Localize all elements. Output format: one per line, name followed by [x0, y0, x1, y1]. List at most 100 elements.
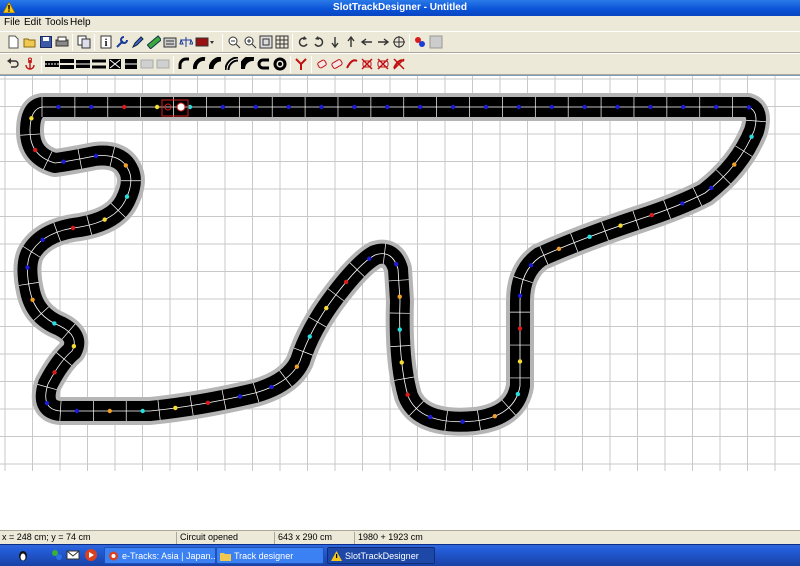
- info-icon[interactable]: i: [99, 35, 113, 49]
- messenger-icon[interactable]: [50, 548, 64, 562]
- half-straight-icon[interactable]: [156, 57, 170, 71]
- printer-icon[interactable]: [55, 35, 69, 49]
- lane-marker-dot: [618, 223, 623, 228]
- mail-icon[interactable]: [66, 548, 80, 562]
- task-browser[interactable]: e-Tracks: Asia | Japan...: [104, 547, 216, 564]
- arrow-left-icon[interactable]: [360, 35, 374, 49]
- zoom-out-icon[interactable]: [227, 35, 241, 49]
- menu-help[interactable]: Help: [70, 17, 91, 28]
- hairpin-icon[interactable]: [273, 57, 287, 71]
- hairpin-icon[interactable]: [257, 57, 271, 71]
- lane-marker-dot: [460, 419, 465, 424]
- lane-marker-dot: [123, 163, 129, 168]
- lane-marker-dot: [515, 391, 521, 397]
- folder-open-icon[interactable]: [23, 35, 37, 49]
- blank-piece-icon[interactable]: [124, 57, 138, 71]
- zoom-in-icon[interactable]: [243, 35, 257, 49]
- task-slottrackdesigner[interactable]: SlotTrackDesigner: [327, 547, 435, 564]
- export-icon[interactable]: [163, 35, 177, 49]
- blank-icon[interactable]: [429, 35, 443, 49]
- lane-marker-dot: [61, 159, 66, 164]
- move-icon[interactable]: [392, 35, 406, 49]
- task-track-designer-folder[interactable]: Track designer: [216, 547, 324, 564]
- color-swatch-icon[interactable]: [195, 35, 215, 49]
- lane-marker-dot: [124, 194, 130, 199]
- grid-icon[interactable]: [275, 35, 289, 49]
- lane-marker-dot: [102, 217, 107, 222]
- rotate-left-icon[interactable]: [296, 35, 310, 49]
- lane-marker-dot: [517, 359, 523, 364]
- scales-icon[interactable]: [179, 35, 193, 49]
- border-icon[interactable]: [330, 57, 344, 71]
- double-straight-icon[interactable]: [60, 57, 74, 71]
- anchor-icon[interactable]: [23, 57, 37, 71]
- lane-marker-dot: [405, 392, 410, 397]
- arrow-right-icon[interactable]: [376, 35, 390, 49]
- pen-icon[interactable]: [131, 35, 145, 49]
- floppy-disk-icon[interactable]: [39, 35, 53, 49]
- crossover-icon[interactable]: [108, 57, 122, 71]
- arrow-up-icon[interactable]: [344, 35, 358, 49]
- arrow-down-icon[interactable]: [328, 35, 342, 49]
- undo-icon[interactable]: [6, 57, 20, 71]
- lane-marker-dot: [173, 405, 178, 411]
- lane-marker-dot: [30, 297, 35, 303]
- task-browser-label: e-Tracks: Asia | Japan...: [122, 551, 216, 561]
- delete-border-icon[interactable]: [392, 57, 406, 71]
- border-icon[interactable]: [315, 57, 329, 71]
- lane-marker-dot: [56, 104, 61, 110]
- rotate-right-icon[interactable]: [312, 35, 326, 49]
- lane-marker-dot: [294, 364, 300, 369]
- lane-marker-dot: [394, 262, 399, 267]
- penguin-icon[interactable]: [16, 548, 30, 562]
- curve-icon[interactable]: [225, 57, 239, 71]
- lane-marker-dot: [587, 234, 592, 239]
- track-drawing[interactable]: [0, 76, 800, 531]
- lane-change-icon[interactable]: [294, 57, 308, 71]
- menu-edit[interactable]: Edit: [24, 17, 41, 28]
- border-icon[interactable]: [345, 57, 359, 71]
- delete-border-icon[interactable]: [360, 57, 374, 71]
- ruler-icon[interactable]: [147, 35, 161, 49]
- banked-curve-icon[interactable]: [241, 57, 255, 71]
- svg-text:i: i: [105, 38, 108, 49]
- window-title: SlotTrackDesigner - Untitled: [333, 2, 467, 13]
- lane-marker-dot: [307, 334, 312, 339]
- app-warning-icon: [331, 551, 342, 561]
- zoom-fit-icon[interactable]: [259, 35, 273, 49]
- lane-marker-dot: [397, 294, 402, 299]
- curve-icon[interactable]: [193, 57, 207, 71]
- app-window: SlotTrackDesigner - Untitled File Edit T…: [0, 0, 800, 566]
- curve-icon[interactable]: [209, 57, 223, 71]
- short-straight-icon[interactable]: [76, 57, 90, 71]
- media-icon[interactable]: [84, 548, 98, 562]
- straight-track-icon[interactable]: [45, 57, 59, 71]
- paint-icon[interactable]: [413, 35, 427, 49]
- copy-icon[interactable]: [77, 35, 91, 49]
- track-pieces-toolbar: [0, 53, 800, 75]
- blank-piece-icon[interactable]: [140, 57, 154, 71]
- lane-marker-dot: [528, 263, 534, 268]
- status-coords: x = 248 cm; y = 74 cm: [2, 532, 91, 542]
- title-bar[interactable]: SlotTrackDesigner - Untitled: [0, 0, 800, 16]
- lane-marker-dot: [709, 185, 714, 191]
- wrench-icon[interactable]: [115, 35, 129, 49]
- lane-marker-dot: [397, 327, 402, 332]
- browser-icon: [109, 551, 118, 561]
- lane-marker-dot: [483, 104, 489, 110]
- curve-icon[interactable]: [177, 57, 191, 71]
- lane-marker-dot: [649, 212, 654, 218]
- lane-marker-dot: [71, 344, 77, 349]
- folder-icon: [220, 553, 231, 561]
- menu-file[interactable]: File: [4, 17, 20, 28]
- lane-marker-dot: [516, 104, 522, 110]
- task-folder-label: Track designer: [234, 551, 294, 561]
- menu-tools[interactable]: Tools: [45, 17, 68, 28]
- delete-border-icon[interactable]: [376, 57, 390, 71]
- new-document-icon[interactable]: [6, 35, 20, 49]
- chicane-icon[interactable]: [92, 57, 106, 71]
- lane-marker-dot: [343, 279, 349, 285]
- lane-marker-dot: [648, 104, 653, 110]
- track-canvas[interactable]: [0, 75, 800, 530]
- menu-bar: File Edit Tools Help: [0, 16, 800, 30]
